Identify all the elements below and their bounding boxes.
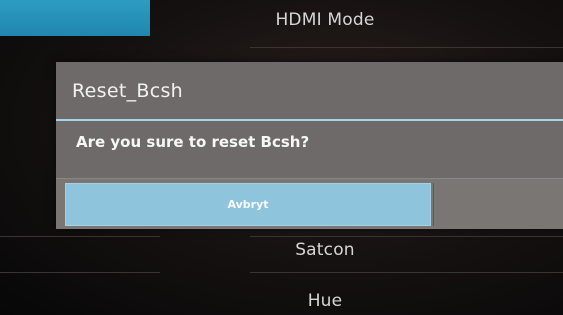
dialog-button-bar: Avbryt [56, 178, 563, 229]
menu-item-hue[interactable]: Hue [250, 291, 400, 311]
dialog-title-divider [56, 119, 563, 121]
highlighted-tile[interactable] [0, 0, 150, 36]
menu-item-satcon[interactable]: Satcon [250, 240, 400, 260]
row-divider [250, 47, 563, 48]
button-divider [433, 183, 434, 226]
dialog-title: Reset_Bcsh [72, 80, 183, 102]
reset-dialog: Reset_Bcsh Are you sure to reset Bcsh? A… [56, 62, 563, 229]
row-divider [0, 272, 160, 273]
menu-item-hdmi-mode[interactable]: HDMI Mode [250, 10, 400, 30]
row-divider [250, 236, 563, 237]
row-divider [250, 272, 563, 273]
tv-screen: HDMI Mode Satcon Hue Reset_Bcsh Are you … [0, 0, 563, 315]
cancel-button[interactable]: Avbryt [65, 183, 431, 226]
row-divider [0, 236, 160, 237]
dialog-message: Are you sure to reset Bcsh? [76, 133, 310, 151]
